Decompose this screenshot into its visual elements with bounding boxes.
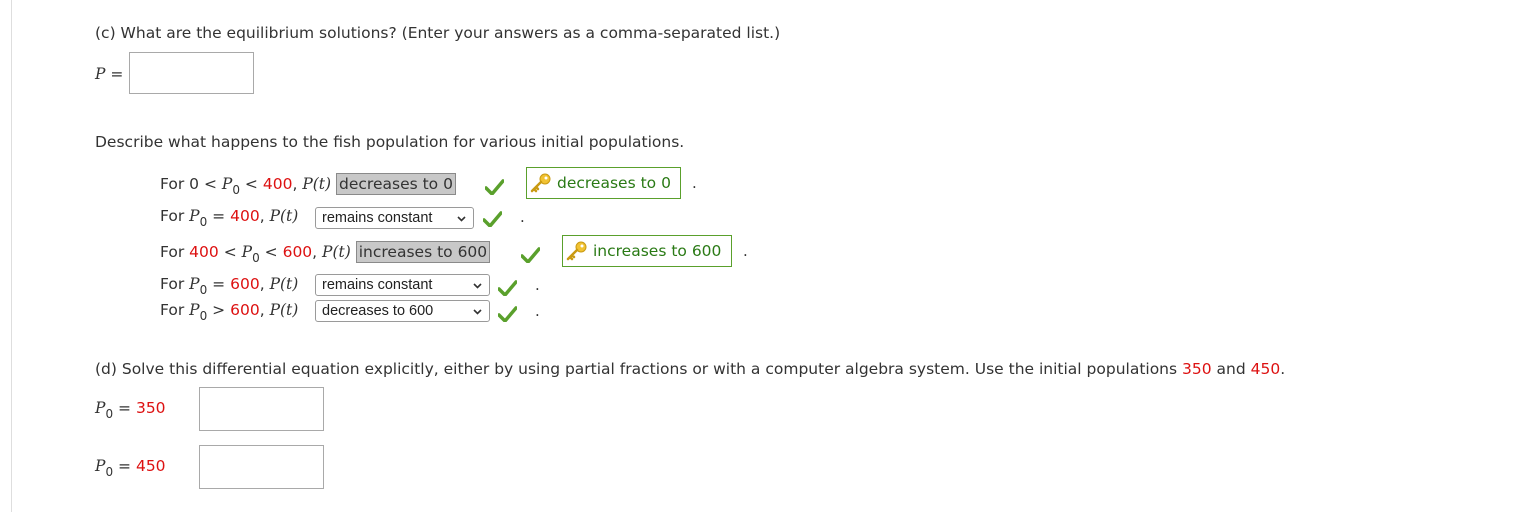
lt-sign: < (223, 243, 237, 261)
part-c-question: (c) What are the equilibrium solutions? … (95, 24, 781, 42)
row-4-condition: For P0 = 600, P(t) (160, 275, 299, 297)
p-symbol: P (189, 301, 200, 319)
pt-symbol: P(t) (269, 301, 299, 319)
for-word: For (160, 207, 185, 225)
period: . (1280, 360, 1286, 378)
chevron-down-icon (473, 282, 482, 289)
initial-pop-1: 350 (1182, 360, 1212, 378)
row-3-submitted-answer: increases to 600 (355, 241, 491, 263)
check-icon (521, 247, 540, 263)
check-icon (483, 211, 502, 227)
gt-sign: > (212, 301, 226, 319)
row-5-val: 600 (230, 301, 260, 319)
for-word: For (160, 175, 185, 193)
row-5-selected-value: decreases to 600 (322, 303, 434, 319)
check-icon (485, 179, 504, 195)
lt-sign: < (203, 175, 217, 193)
p0-value: 450 (135, 457, 166, 475)
comma: , (292, 175, 298, 193)
subscript-zero: 0 (105, 407, 114, 421)
period: . (743, 242, 748, 260)
row-2-condition: For P0 = 400, P(t) (160, 207, 299, 229)
pt-symbol: P(t) (269, 207, 299, 225)
row-3-lo: 400 (189, 243, 219, 261)
row-4-val: 600 (230, 275, 260, 293)
period: . (520, 208, 525, 226)
row-3-key-text: increases to 600 (593, 242, 722, 260)
row-1-key-text: decreases to 0 (557, 174, 671, 192)
row-4-selected-value: remains constant (322, 277, 433, 293)
comma: , (259, 301, 265, 319)
p0-350-label: P0 = 350 (95, 399, 166, 421)
p0-value: 350 (135, 399, 166, 417)
check-icon (498, 306, 517, 322)
for-word: For (160, 301, 185, 319)
part-d-question: (d) Solve this differential equation exp… (95, 360, 1285, 378)
row-2-selected-value: remains constant (322, 210, 433, 226)
row-3-condition: For 400 < P0 < 600, P(t) increases to 60… (160, 241, 491, 265)
comma: , (259, 207, 265, 225)
row-1-key-answer: decreases to 0 (526, 167, 681, 199)
chevron-down-icon (457, 215, 466, 222)
period: . (692, 174, 697, 192)
initial-pop-2: 450 (1250, 360, 1281, 378)
p-symbol: P (221, 175, 233, 193)
subscript-zero: 0 (199, 215, 208, 229)
row-5-select[interactable]: decreases to 600 (315, 300, 490, 322)
for-word: For (160, 243, 185, 261)
lt-sign: < (264, 243, 278, 261)
row-4-select[interactable]: remains constant (315, 274, 490, 296)
row-5-condition: For P0 > 600, P(t) (160, 301, 299, 323)
row-1-lo: 0 (189, 175, 200, 193)
period: . (535, 302, 540, 320)
p-symbol: P (241, 243, 253, 261)
pt-symbol: P(t) (302, 175, 332, 193)
chevron-down-icon (473, 308, 482, 315)
row-3-key-answer: increases to 600 (562, 235, 732, 267)
describe-prompt: Describe what happens to the fish popula… (95, 133, 685, 151)
key-icon (530, 173, 551, 193)
p-symbol: P (95, 65, 106, 83)
subscript-zero: 0 (252, 251, 260, 265)
comma: , (312, 243, 318, 261)
row-1-hi: 400 (262, 175, 293, 193)
check-icon (498, 280, 517, 296)
comma: , (259, 275, 265, 293)
equals-sign: = (212, 275, 226, 293)
subscript-zero: 0 (199, 309, 208, 323)
period: . (535, 276, 540, 294)
subscript-zero: 0 (105, 465, 114, 479)
pt-symbol: P(t) (269, 275, 299, 293)
p-symbol: P (189, 275, 200, 293)
equals-sign: = (118, 399, 132, 417)
row-1-submitted-answer: decreases to 0 (336, 173, 456, 195)
lt-sign: < (244, 175, 258, 193)
p0-450-label: P0 = 450 (95, 457, 166, 479)
subscript-zero: 0 (199, 283, 208, 297)
pt-symbol: P(t) (322, 243, 351, 261)
equals-sign: = (110, 65, 124, 83)
for-word: For (160, 275, 185, 293)
equilibrium-input[interactable] (129, 52, 254, 94)
solution-450-input[interactable] (199, 445, 324, 489)
p-label: P = (95, 65, 123, 83)
frame-border (11, 0, 12, 512)
and-word: and (1211, 360, 1251, 378)
p-symbol: P (95, 457, 106, 475)
row-1-condition: For 0 < P0 < 400, P(t) decreases to 0 (160, 173, 456, 197)
row-2-val: 400 (230, 207, 260, 225)
equals-sign: = (118, 457, 132, 475)
row-3-hi: 600 (282, 243, 313, 261)
key-icon (566, 241, 587, 261)
solution-350-input[interactable] (199, 387, 324, 431)
subscript-zero: 0 (232, 183, 240, 197)
p-symbol: P (189, 207, 200, 225)
p-symbol: P (95, 399, 106, 417)
equals-sign: = (212, 207, 226, 225)
part-d-text: (d) Solve this differential equation exp… (95, 360, 1183, 378)
row-2-select[interactable]: remains constant (315, 207, 474, 229)
